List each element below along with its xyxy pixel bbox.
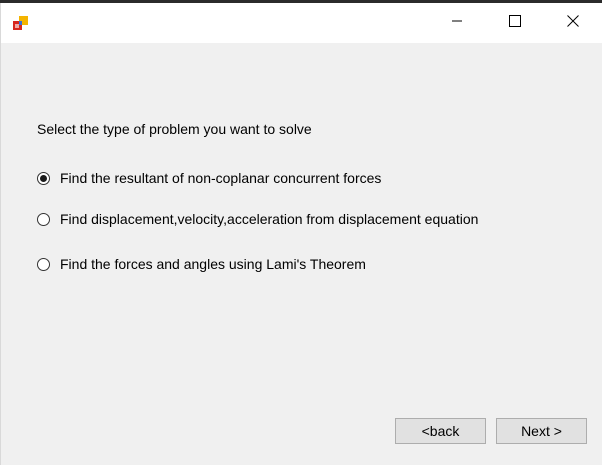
maximize-button[interactable]	[486, 3, 544, 43]
app-icon	[12, 14, 30, 32]
maximize-icon	[509, 14, 521, 32]
radio-option-lami[interactable]: Find the forces and angles using Lami's …	[37, 256, 366, 272]
next-button[interactable]: Next >	[496, 418, 587, 444]
back-button[interactable]: <back	[395, 418, 486, 444]
radio-label-resultant: Find the resultant of non-coplanar concu…	[60, 170, 382, 186]
radio-button-lami[interactable]	[37, 257, 50, 271]
close-button[interactable]	[544, 3, 602, 43]
form-content: Select the type of problem you want to s…	[1, 43, 602, 465]
prompt-label: Select the type of problem you want to s…	[37, 121, 312, 137]
minimize-button[interactable]	[428, 3, 486, 43]
radio-label-displacement: Find displacement,velocity,acceleration …	[60, 211, 479, 227]
radio-option-resultant[interactable]: Find the resultant of non-coplanar concu…	[37, 170, 381, 186]
radio-option-displacement[interactable]: Find displacement,velocity,acceleration …	[37, 211, 478, 227]
app-window: Select the type of problem you want to s…	[0, 3, 602, 465]
radio-button-resultant[interactable]	[37, 171, 50, 185]
radio-button-displacement[interactable]	[37, 212, 50, 226]
title-bar[interactable]	[1, 3, 602, 43]
radio-label-lami: Find the forces and angles using Lami's …	[60, 256, 366, 272]
close-icon	[567, 14, 579, 32]
minimize-icon	[451, 14, 463, 32]
